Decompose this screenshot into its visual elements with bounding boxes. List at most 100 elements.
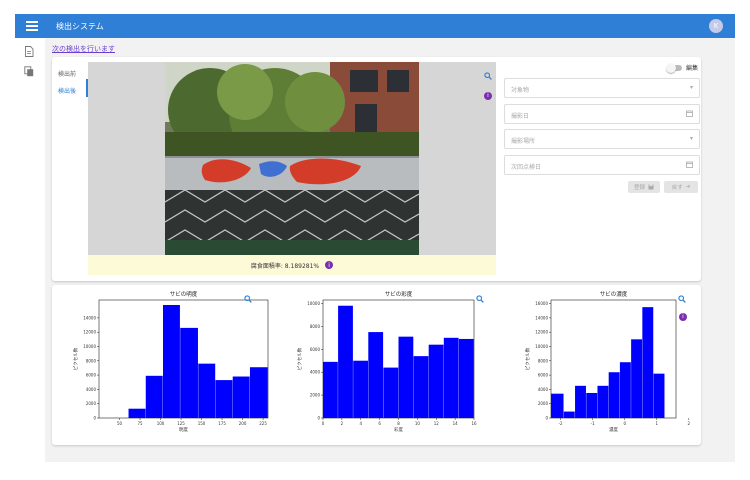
back-button[interactable]: 戻す ➜ [664,181,698,193]
y-tick-label: 6000 [310,347,321,352]
y-axis-label: ピクセル数 [524,347,531,370]
copy-icon[interactable] [24,66,34,77]
detection-card: 検出前 検出後 i 腐食面積率: 8.189281% i 編集 対象物 ▾ 撮影… [52,57,701,281]
x-tick-label: 2 [341,421,344,426]
corrosion-rate-caption: 腐食面積率: 8.189281% i [88,255,496,275]
x-tick-label: 175 [218,421,226,426]
hamburger-menu-icon[interactable] [26,21,38,31]
y-tick-label: 4000 [538,387,549,392]
image-viewer: i [88,62,496,255]
x-tick-label: -2 [559,421,563,426]
y-tick-label: 10000 [535,344,548,349]
histogram-bar [145,375,163,418]
target-placeholder: 対象物 [511,87,530,94]
tab-after[interactable]: 検出後 [58,86,76,95]
corrosion-rate-label: 腐食面積率: [250,262,283,270]
histogram-bar [428,344,444,418]
y-tick-label: 2000 [310,393,321,398]
histogram-bar [631,339,643,418]
save-button-label: 登録 [633,185,645,191]
main-content: 次の検出を行います 検出前 検出後 i 腐食面積率: 8.189281% i 編… [45,38,735,462]
edit-toggle[interactable] [666,63,682,73]
density-info-icon[interactable]: i [679,303,687,322]
y-tick-label: 12000 [83,330,96,335]
y-axis-label: ピクセル数 [72,347,79,370]
reinspect-date-field[interactable]: 次回点検日 [504,155,700,175]
histogram-bar [249,367,268,418]
user-avatar[interactable]: K [709,19,723,33]
edit-label: 編集 [686,65,699,72]
y-tick-label: 8000 [310,324,321,329]
save-icon [648,184,654,190]
chart-title: サビの明度 [170,290,198,298]
save-button[interactable]: 登録 [628,181,660,193]
x-tick-label: 0 [322,421,325,426]
y-tick-label: 16000 [535,301,548,306]
app-title: 検出システム [56,21,104,31]
chart-title: サビの彩度 [385,290,413,298]
corrosion-info-icon[interactable]: i [325,261,334,269]
next-detection-link[interactable]: 次の検出を行います [52,44,115,54]
info-icon[interactable]: i [484,82,492,101]
y-tick-label: 2000 [538,401,549,406]
y-tick-label: 6000 [86,373,97,378]
y-tick-label: 6000 [538,373,549,378]
x-tick-label: 200 [239,421,247,426]
chevron-down-icon: ▾ [689,135,693,142]
x-axis-label: 明度 [179,426,188,433]
y-tick-label: 8000 [538,358,549,363]
x-tick-label: 8 [397,421,400,426]
app-header: 検出システム K [15,14,735,38]
histogram-bar [575,385,586,418]
arrow-right-icon: ➜ [685,184,691,190]
y-tick-label: 12000 [535,330,548,335]
x-tick-label: 0 [623,421,626,426]
side-rail [15,38,45,463]
histogram-bar [128,408,146,418]
histogram-bar [443,337,459,418]
calendar-icon[interactable] [686,110,693,119]
brightness-zoom-icon[interactable] [244,288,252,307]
histogram-bar [323,361,338,418]
date-field[interactable]: 撮影日 [504,104,700,124]
x-tick-label: 50 [117,421,123,426]
target-select[interactable]: 対象物 ▾ [504,78,700,98]
tab-before[interactable]: 検出前 [58,69,76,78]
histogram-bar [551,393,564,418]
x-tick-label: 10 [415,421,421,426]
x-axis-label: 彩度 [394,426,403,433]
chart-title: サビの濃度 [600,290,628,298]
x-tick-label: 16 [471,421,477,426]
y-tick-label: 8000 [86,358,97,363]
y-tick-label: 2000 [86,401,97,406]
histogram-bar [198,363,216,418]
location-select[interactable]: 撮影場所 ▾ [504,129,700,149]
document-icon[interactable] [24,46,34,57]
histogram-bar [642,307,654,418]
histogram-bar [458,338,474,418]
y-tick-label: 14000 [83,315,96,320]
histogram-bar [586,392,598,418]
histogram-bar [608,372,620,418]
corrosion-rate-value: 8.189281% [284,262,320,270]
histogram-bar [413,356,429,418]
saturation-zoom-icon[interactable] [476,288,484,307]
x-tick-label: 100 [157,421,165,426]
y-axis-label: ピクセル数 [296,347,303,370]
x-tick-label: 14 [453,421,459,426]
calendar-icon[interactable] [686,161,693,170]
back-button-label: 戻す [671,185,683,191]
y-tick-label: 0 [93,416,96,421]
x-tick-label: -1 [591,421,595,426]
histogram-bar [383,367,399,418]
date-placeholder: 撮影日 [511,113,530,120]
y-tick-label: 14000 [535,315,548,320]
histogram-bar [353,360,368,418]
x-tick-label: 225 [259,421,267,426]
detection-photo [165,62,419,255]
reinspect-placeholder: 次回点検日 [511,164,542,171]
chevron-down-icon: ▾ [689,84,693,91]
histogram-bar [162,305,180,418]
x-tick-label: 1 [655,421,658,426]
x-tick-label: 12 [434,421,440,426]
